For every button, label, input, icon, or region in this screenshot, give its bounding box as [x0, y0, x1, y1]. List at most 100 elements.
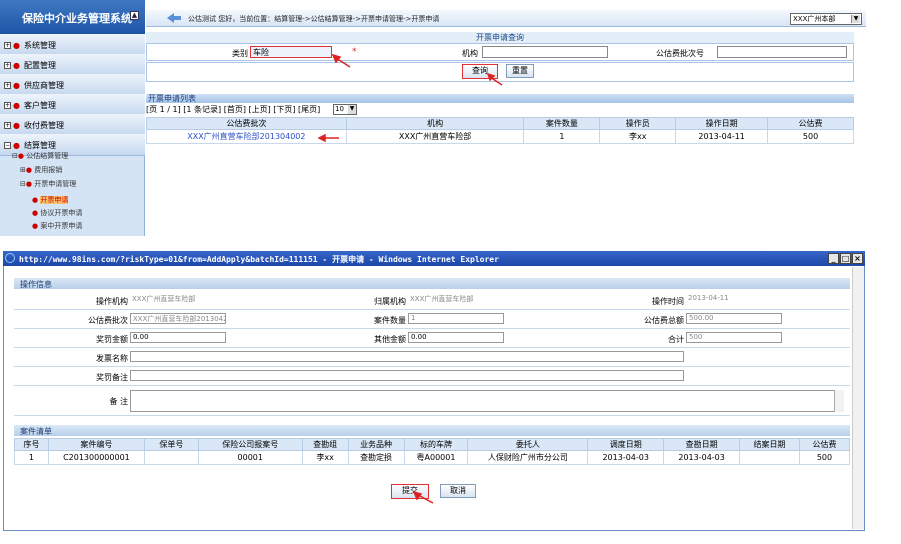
bullet-icon: ●: [17, 152, 24, 160]
breadcrumb: 公估测试 您好，当前位置：结算管理->公估结算管理->开票申请管理->开票申请: [188, 15, 440, 23]
submenu-assess-settlement[interactable]: ⊟● 公估结算管理: [0, 151, 145, 163]
bullet-icon: ●: [13, 121, 20, 130]
batch-value: XXX广州直营车险部2013042: [130, 313, 226, 324]
case-count-label: 案件数量: [374, 316, 406, 325]
leaf-agreement-invoice[interactable]: ● 协议开票申请: [0, 208, 145, 220]
op-org-value: XXX广州直营车险部: [130, 294, 296, 305]
invoice-name-input[interactable]: [130, 351, 684, 362]
menu-customer[interactable]: + ● 客户管理: [0, 94, 145, 116]
table-row[interactable]: XXX广州直营车险部201304002 XXX广州直营车险部 1 李xx 201…: [146, 129, 854, 144]
menu-supplier[interactable]: + ● 供应商管理: [0, 74, 145, 96]
leaf-case-invoice[interactable]: ● 案中开票申请: [0, 221, 145, 233]
collapse-icon: −: [4, 142, 11, 149]
column-header: 公估费: [798, 438, 851, 451]
org-label: 机构: [462, 49, 478, 58]
case-section-header: 案件清单: [14, 425, 850, 436]
expand-icon: +: [4, 102, 11, 109]
case-count-value: 1: [408, 313, 504, 324]
table-cell: 查勘定损: [347, 450, 405, 465]
reward-note-label: 奖罚备注: [96, 373, 128, 382]
column-header: 案件编号: [47, 438, 145, 451]
leaf-invoice-apply[interactable]: ● 开票申请: [0, 195, 145, 207]
bullet-icon: ●: [13, 61, 20, 70]
maximize-button[interactable]: □: [840, 253, 851, 264]
fee-total-label: 公估费总额: [644, 316, 684, 325]
ops-section-header: 操作信息: [14, 278, 850, 289]
red-arrow-annotation: [412, 491, 434, 504]
bullet-icon: ●: [32, 196, 39, 204]
page-size-select[interactable]: 10 ▼: [333, 104, 357, 115]
other-amount-input[interactable]: 0.00: [408, 332, 504, 343]
table-row[interactable]: 1 C201300000001 00001 李xx 查勘定损 粤A00001 人…: [14, 450, 851, 465]
collapse-sidebar-icon[interactable]: ▲: [130, 11, 139, 20]
bullet-icon: ●: [13, 101, 20, 110]
case-table: 序号 案件编号 保单号 保险公司报案号 查勘组 业务品种 标的车牌 委托人 调度…: [14, 438, 851, 465]
reset-button[interactable]: 重置: [506, 64, 534, 78]
reward-input[interactable]: 0.00: [130, 332, 226, 343]
op-time-value: 2013-04-11: [686, 294, 786, 305]
batch-link[interactable]: XXX广州直营车险部201304002: [146, 129, 347, 144]
column-header: 业务品种: [347, 438, 405, 451]
column-header: 结案日期: [739, 438, 800, 451]
type-input[interactable]: 车险: [250, 46, 332, 58]
column-header: 调度日期: [587, 438, 665, 451]
back-arrow-icon[interactable]: [166, 12, 182, 24]
submenu-invoice-mgmt[interactable]: ⊟● 开票申请管理: [0, 179, 145, 191]
column-header: 序号: [14, 438, 49, 451]
close-button[interactable]: ×: [852, 253, 863, 264]
table-cell: 2013-04-11: [675, 129, 769, 144]
table-cell: 人保财险广州市分公司: [467, 450, 589, 465]
table-cell: 粤A00001: [403, 450, 469, 465]
list-title: 开票申请列表: [146, 94, 854, 103]
bullet-icon: ●: [13, 41, 20, 50]
menu-config[interactable]: + ● 配置管理: [0, 54, 145, 76]
bullet-icon: ●: [13, 81, 20, 90]
pager[interactable]: [页 1 / 1] [1 条记录] [首页] [上页] [下页] [尾页]: [146, 104, 320, 115]
column-header: 标的车牌: [403, 438, 469, 451]
reward-label: 奖罚金额: [96, 335, 128, 344]
menu-system[interactable]: + ● 系统管理: [0, 34, 145, 56]
table-cell: C201300000001: [47, 450, 145, 465]
type-label: 类别: [232, 49, 248, 58]
column-header: 公估费: [767, 117, 854, 130]
table-cell: 1: [523, 129, 601, 144]
query-title: 开票申请查询: [146, 32, 854, 43]
batch-input[interactable]: [717, 46, 847, 58]
batch-label: 公估费批次: [88, 316, 128, 325]
column-header: 操作员: [599, 117, 677, 130]
expand-icon: +: [4, 122, 11, 129]
cancel-button[interactable]: 取消: [440, 484, 476, 498]
fee-total-value: 500.00: [686, 313, 782, 324]
window-scrollbar[interactable]: [852, 267, 864, 529]
invoice-name-label: 发票名称: [96, 354, 128, 363]
reward-note-input[interactable]: [130, 370, 684, 381]
bullet-icon: ●: [32, 209, 39, 217]
belong-org-label: 归属机构: [374, 297, 406, 306]
window-title: http://www.98ins.com/?riskType=01&from=A…: [3, 251, 865, 266]
branch-select[interactable]: XXX广州本部 ▼: [790, 13, 862, 25]
op-org-label: 操作机构: [96, 297, 128, 306]
red-arrow-annotation: [486, 72, 503, 86]
table-cell: 李xx: [301, 450, 349, 465]
column-header: 操作日期: [675, 117, 769, 130]
sum-value: 500: [686, 332, 782, 343]
expand-icon: +: [4, 82, 11, 89]
column-header: 机构: [345, 117, 525, 130]
required-mark: *: [352, 47, 357, 57]
table-cell: 2013-04-03: [587, 450, 665, 465]
remark-textarea[interactable]: [130, 390, 844, 412]
submenu-expense[interactable]: ⊞● 费用报销: [0, 165, 145, 177]
belong-org-value: XXX广州直营车险部: [408, 294, 538, 305]
system-title: 保险中介业务管理系统: [0, 0, 145, 34]
table-cell: [143, 450, 199, 465]
column-header: 查勘日期: [663, 438, 741, 451]
other-amount-label: 其他金额: [374, 335, 406, 344]
menu-payment[interactable]: + ● 收付费管理: [0, 114, 145, 136]
column-header: 查勘组: [301, 438, 349, 451]
textarea-scrollbar[interactable]: [834, 390, 844, 412]
org-input[interactable]: [482, 46, 608, 58]
minimize-button[interactable]: _: [828, 253, 839, 264]
apply-list-table: 公估费批次 机构 案件数量 操作员 操作日期 公估费 XXX广州直营车险部201…: [146, 117, 854, 144]
red-arrow-annotation: [331, 54, 351, 68]
sum-label: 合计: [668, 335, 684, 344]
